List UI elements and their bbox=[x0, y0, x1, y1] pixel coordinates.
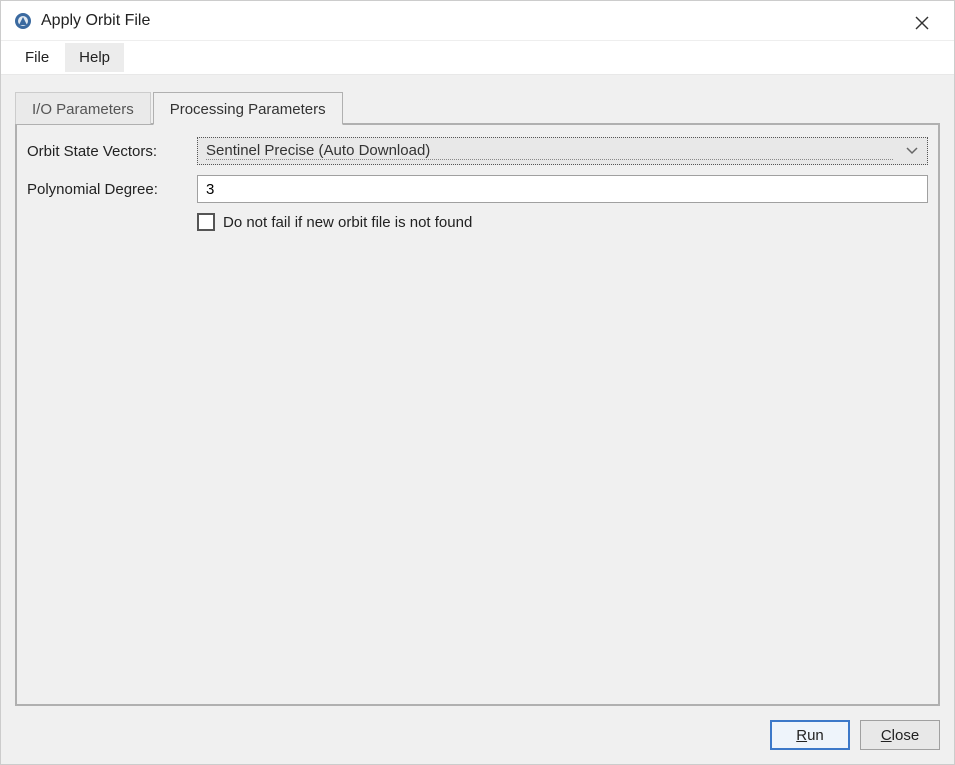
orbit-state-vectors-row: Orbit State Vectors: Sentinel Precise (A… bbox=[27, 137, 928, 165]
app-icon bbox=[13, 11, 33, 31]
processing-panel: Orbit State Vectors: Sentinel Precise (A… bbox=[15, 123, 940, 706]
button-bar: Run Close bbox=[15, 706, 940, 750]
do-not-fail-row: Do not fail if new orbit file is not fou… bbox=[197, 213, 928, 231]
orbit-state-vectors-select[interactable]: Sentinel Precise (Auto Download) bbox=[197, 137, 928, 165]
do-not-fail-label: Do not fail if new orbit file is not fou… bbox=[223, 214, 472, 231]
titlebar: Apply Orbit File bbox=[1, 1, 954, 41]
tab-io-parameters[interactable]: I/O Parameters bbox=[15, 92, 151, 124]
content-area: I/O Parameters Processing Parameters Orb… bbox=[1, 75, 954, 764]
close-button[interactable]: Close bbox=[860, 720, 940, 750]
close-icon[interactable] bbox=[908, 9, 936, 37]
do-not-fail-checkbox[interactable] bbox=[197, 213, 215, 231]
menubar: File Help bbox=[1, 41, 954, 75]
polynomial-degree-input[interactable] bbox=[197, 175, 928, 203]
polynomial-degree-label: Polynomial Degree: bbox=[27, 181, 197, 198]
chevron-down-icon bbox=[899, 138, 925, 164]
run-button[interactable]: Run bbox=[770, 720, 850, 750]
tab-strip: I/O Parameters Processing Parameters bbox=[15, 91, 940, 124]
orbit-state-vectors-value: Sentinel Precise (Auto Download) bbox=[206, 142, 893, 160]
polynomial-degree-row: Polynomial Degree: bbox=[27, 175, 928, 203]
window-title: Apply Orbit File bbox=[41, 12, 150, 30]
orbit-state-vectors-label: Orbit State Vectors: bbox=[27, 143, 197, 160]
menu-help[interactable]: Help bbox=[65, 43, 124, 72]
menu-file[interactable]: File bbox=[11, 43, 63, 72]
tab-processing-parameters[interactable]: Processing Parameters bbox=[153, 92, 343, 125]
